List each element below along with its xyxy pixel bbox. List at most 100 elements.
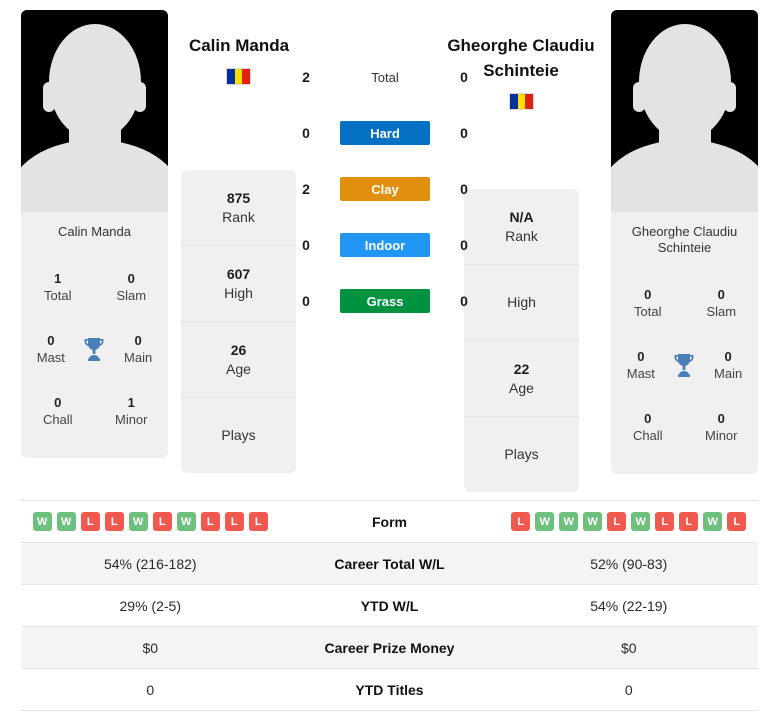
stat-card-left: 875 Rank 607 High 26 Age Plays xyxy=(181,170,296,473)
player-card-left[interactable]: Calin Manda 1 Total 0 Slam 0 Mast 0 Main… xyxy=(21,10,168,458)
h2h-left-score: 2 xyxy=(302,181,310,197)
romania-flag-icon-right xyxy=(509,93,534,110)
form-strip-right: LWWWLWLLWL xyxy=(500,512,759,531)
titles-slam-left: 0 Slam xyxy=(102,270,160,304)
titles-mast-value: 0 xyxy=(637,349,645,364)
titles-total-right: 0 Total xyxy=(619,286,677,320)
titles-row: 0 Total 0 Slam xyxy=(611,272,758,334)
comparison-table: WWLLWLWLLL Form LWWWLWLLWL 54% (216-182)… xyxy=(21,500,758,711)
titles-row: 0 Chall 0 Minor xyxy=(611,396,758,458)
form-badge-win[interactable]: W xyxy=(32,512,52,531)
player-card-right[interactable]: Gheorghe Claudiu Schinteie 0 Total 0 Sla… xyxy=(611,10,758,474)
titles-minor-value: 0 xyxy=(717,411,725,426)
form-badge-win[interactable]: W xyxy=(703,512,723,531)
stat-high-value: 607 xyxy=(226,265,251,282)
titles-main-label: Main xyxy=(124,350,153,365)
titles-minor-left: 1 Minor xyxy=(102,394,160,428)
form-right: LWWWLWLLWL xyxy=(500,512,759,531)
stat-age-right: 22 Age xyxy=(464,341,579,417)
form-badge-win[interactable]: W xyxy=(631,512,651,531)
ytd-wl-left: 29% (2-5) xyxy=(119,597,181,614)
h2h-row-clay[interactable]: 2 Clay 0 xyxy=(295,176,475,202)
titles-mast-label: Mast xyxy=(36,350,65,365)
titles-slam-right: 0 Slam xyxy=(692,286,750,320)
table-row-ytd-titles: 0 YTD Titles 0 xyxy=(21,669,758,711)
form-badge-loss[interactable]: L xyxy=(727,512,747,531)
form-badge-loss[interactable]: L xyxy=(511,512,531,531)
player-avatar-left xyxy=(21,10,168,212)
h2h-row-grass[interactable]: 0 Grass 0 xyxy=(295,288,475,314)
avatar-ear-left-icon xyxy=(43,82,55,112)
h2h-left-score: 0 xyxy=(302,293,310,309)
stat-age-value: 22 xyxy=(513,360,530,377)
romania-flag-icon-left xyxy=(226,68,251,85)
titles-total-value: 0 xyxy=(644,287,652,302)
form-badge-loss[interactable]: L xyxy=(152,512,172,531)
player-card-name-right: Gheorghe Claudiu Schinteie xyxy=(611,212,758,268)
titles-minor-label: Minor xyxy=(704,428,738,443)
h2h-surface-label: Hard xyxy=(340,121,430,145)
h2h-surface-label: Clay xyxy=(340,177,430,201)
titles-mast-label: Mast xyxy=(626,366,655,381)
h2h-row-indoor[interactable]: 0 Indoor 0 xyxy=(295,232,475,258)
form-badge-loss[interactable]: L xyxy=(655,512,675,531)
stat-rank-label: Rank xyxy=(505,227,538,244)
form-badge-loss[interactable]: L xyxy=(200,512,220,531)
form-badge-win[interactable]: W xyxy=(176,512,196,531)
h2h-left-score: 0 xyxy=(302,125,310,141)
avatar-body-icon xyxy=(21,140,168,212)
titles-total-left: 1 Total xyxy=(29,270,87,304)
stat-high-label: High xyxy=(224,284,253,301)
table-label-ytd-wl: YTD W/L xyxy=(360,597,419,614)
form-badge-loss[interactable]: L xyxy=(248,512,268,531)
stat-card-right: N/A Rank High 22 Age Plays xyxy=(464,189,579,492)
titles-main-right: 0 Main xyxy=(699,348,757,382)
stat-plays-left: Plays xyxy=(181,398,296,473)
titles-main-left: 0 Main xyxy=(109,332,167,366)
titles-main-value: 0 xyxy=(134,333,142,348)
table-label-form: Form xyxy=(372,513,407,530)
h2h-right-score: 0 xyxy=(460,181,468,197)
stat-plays-label: Plays xyxy=(504,446,539,462)
h2h-row-total: 2 Total 0 xyxy=(295,64,475,90)
titles-row: 0 Mast 0 Main xyxy=(611,334,758,396)
form-badge-loss[interactable]: L xyxy=(679,512,699,531)
ytd-titles-left: 0 xyxy=(146,681,155,698)
form-badge-win[interactable]: W xyxy=(56,512,76,531)
stat-rank-value: N/A xyxy=(509,208,534,225)
table-row-career-prize: $0 Career Prize Money $0 xyxy=(21,627,758,669)
form-badge-loss[interactable]: L xyxy=(607,512,627,531)
titles-chall-value: 0 xyxy=(644,411,652,426)
table-row-form: WWLLWLWLLL Form LWWWLWLLWL xyxy=(21,501,758,543)
h2h-right-score: 0 xyxy=(460,69,468,85)
form-badge-win[interactable]: W xyxy=(128,512,148,531)
avatar-ear-right-icon xyxy=(134,82,146,112)
table-row-career-wl: 54% (216-182) Career Total W/L 52% (90-8… xyxy=(21,543,758,585)
form-badge-loss[interactable]: L xyxy=(224,512,244,531)
h2h-row-hard[interactable]: 0 Hard 0 xyxy=(295,120,475,146)
h2h-left-score: 0 xyxy=(302,237,310,253)
stat-age-left: 26 Age xyxy=(181,322,296,398)
h2h-surface-label: Grass xyxy=(340,289,430,313)
titles-total-label: Total xyxy=(634,304,662,319)
form-badge-loss[interactable]: L xyxy=(80,512,100,531)
form-badge-loss[interactable]: L xyxy=(104,512,124,531)
titles-minor-value: 1 xyxy=(127,395,135,410)
player-card-name-left: Calin Manda xyxy=(21,212,168,252)
form-badge-win[interactable]: W xyxy=(583,512,603,531)
titles-total-label: Total xyxy=(44,288,72,303)
titles-minor-label: Minor xyxy=(114,412,148,427)
stat-rank-left: 875 Rank xyxy=(181,170,296,246)
form-badge-win[interactable]: W xyxy=(559,512,579,531)
stat-rank-right: N/A Rank xyxy=(464,189,579,265)
player-comparison-page: Calin Manda 1 Total 0 Slam 0 Mast 0 Main… xyxy=(0,0,779,719)
titles-slam-value: 0 xyxy=(717,287,725,302)
titles-chall-label: Chall xyxy=(632,428,663,443)
titles-chall-left: 0 Chall xyxy=(29,394,87,428)
player-name-left: Calin Manda xyxy=(188,36,290,55)
stat-rank-label: Rank xyxy=(222,208,255,225)
form-badge-win[interactable]: W xyxy=(535,512,555,531)
h2h-surface-label: Indoor xyxy=(340,233,430,257)
h2h-right-score: 0 xyxy=(460,293,468,309)
h2h-right-score: 0 xyxy=(460,125,468,141)
